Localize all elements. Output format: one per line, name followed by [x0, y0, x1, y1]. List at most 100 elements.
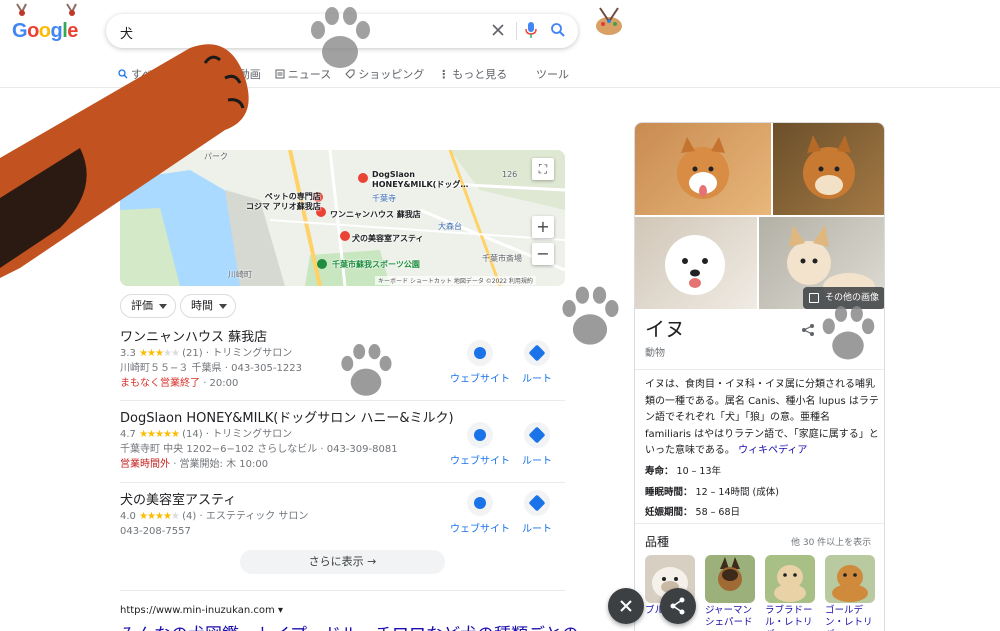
tab-images[interactable]: 画像 [177, 66, 212, 82]
status-text: まもなく営業終了 [120, 378, 200, 389]
kp-divider [635, 523, 884, 524]
video-icon [227, 70, 235, 78]
result-url[interactable]: https://www.min-inuzukan.com ▾ [120, 605, 283, 616]
tab-label: すべて [131, 68, 163, 81]
share-doodle-button[interactable] [660, 588, 696, 624]
zoom-in-button[interactable]: + [532, 216, 554, 238]
website-button[interactable]: ウェブサイト [450, 340, 510, 385]
hours-filter-chip[interactable]: 時間 [180, 294, 236, 318]
search-box[interactable]: 犬 [106, 14, 578, 48]
globe-icon [474, 347, 486, 359]
zoom-out-button[interactable]: − [532, 243, 554, 265]
tab-all[interactable]: すべて [118, 66, 163, 82]
result-title-link[interactable]: みんなの犬図鑑 - トイプードル、チワワなど犬の種類ごとの [120, 620, 579, 631]
breed-card[interactable]: ゴールデン・レトリバー [825, 555, 875, 631]
directions-icon [528, 494, 546, 512]
show-more-button[interactable]: さらに表示 → [240, 550, 445, 574]
breed-thumbnail [825, 555, 875, 603]
tab-label: もっと見る [452, 68, 508, 81]
breed-thumbnail [765, 555, 815, 603]
result-url-text: https://www.min-inuzukan.com [120, 605, 275, 616]
chevron-down-icon [159, 304, 167, 309]
share-icon[interactable] [801, 323, 815, 337]
search-icon[interactable] [550, 22, 566, 38]
header: Google 犬 すべて 画像 動画 ニュース ショッピング ⋮ もっと見る ツー… [0, 0, 1000, 88]
fact-label[interactable]: 妊娠期間： [645, 507, 693, 518]
caret-down-icon[interactable]: ▾ [278, 605, 283, 616]
share-icon [670, 597, 685, 615]
show-more-label: さらに表示 [308, 555, 364, 568]
close-icon [620, 600, 632, 612]
close-doodle-button[interactable] [608, 588, 644, 624]
directions-button[interactable]: ルート [522, 340, 552, 385]
tab-shopping[interactable]: ショッピング [345, 66, 424, 82]
action-label: ウェブサイト [450, 524, 510, 535]
search-tabs: すべて 画像 動画 ニュース ショッピング ⋮ もっと見る [118, 66, 507, 82]
more-images-label: その他の画像 [825, 293, 880, 303]
breed-name: ゴールデン・レトリバー [825, 605, 873, 631]
directions-button[interactable]: ルート [522, 490, 552, 535]
kp-fact-lifespan: 寿命： 10 – 13年 [645, 463, 721, 477]
breed-card[interactable]: ジャーマン シェパード [705, 555, 755, 629]
breed-card[interactable]: ラブラドール・レトリバー [765, 555, 815, 631]
google-logo[interactable]: Google [12, 20, 78, 43]
directions-button[interactable]: ルート [522, 422, 552, 467]
breeds-more-link[interactable]: 他 30 件以上を表示 [791, 535, 871, 548]
tab-videos[interactable]: 動画 [226, 66, 261, 82]
fact-value: 10 – 13年 [676, 466, 722, 477]
fact-label[interactable]: 寿命： [645, 466, 674, 477]
paintbrush-doodle-icon [66, 3, 77, 16]
map-label-omori: 大森台 [438, 222, 462, 231]
listing-category: エステティック サロン [205, 511, 309, 522]
breeds-title: 品種 [645, 535, 670, 549]
map-footer[interactable]: キーボード ショートカット 地図データ ©2022 利用規約 [375, 276, 536, 285]
microphone-icon[interactable] [524, 21, 538, 39]
chip-label: 時間 [191, 299, 213, 312]
tag-icon [345, 69, 355, 79]
close-icon[interactable] [490, 22, 506, 38]
star-rating-icon: ★★★★★ [139, 511, 180, 522]
tab-news[interactable]: ニュース [275, 66, 331, 82]
globe-icon [474, 497, 486, 509]
breed-name: ジャーマン シェパード [705, 605, 753, 628]
map-label-park: パーク [204, 152, 228, 161]
map-label-asuti[interactable]: 犬の美容室アスティ [352, 234, 424, 244]
kp-fact-gestation: 妊娠期間： 58 – 68日 [645, 504, 740, 518]
local-results-map[interactable]: パーク ペットの専門店 コジマ アリオ蘇我店 DogSlaon HONEY&MI… [120, 150, 565, 286]
wikipedia-link[interactable]: ウィキペディア [738, 445, 807, 456]
fact-label[interactable]: 睡眠時間： [645, 487, 693, 498]
more-images-button[interactable]: その他の画像 [803, 287, 884, 309]
dog-photo[interactable] [635, 123, 771, 215]
breed-name: ラブラドール・レトリバー [765, 605, 813, 631]
action-label: ルート [522, 524, 552, 535]
fullscreen-button[interactable]: ⛶ [532, 158, 554, 180]
map-label-chiba-dera: 千葉寺 [372, 194, 396, 203]
map-label-wan-nyan[interactable]: ワンニャンハウス 蘇我店 [330, 210, 421, 220]
website-button[interactable]: ウェブサイト [450, 490, 510, 535]
search-input[interactable]: 犬 [120, 23, 133, 42]
map-label-sports-park: 千葉市蘇我スポーツ公園 [332, 260, 420, 269]
rating-value: 4.0 [120, 511, 136, 522]
status-extra: · 20:00 [203, 378, 239, 389]
map-label-dogsalon[interactable]: DogSlaon HONEY&MILK(ドッグ… [372, 170, 468, 190]
kp-divider [635, 369, 884, 370]
tab-more[interactable]: ⋮ もっと見る [438, 66, 507, 82]
dog-photo[interactable] [635, 217, 757, 309]
tools-tab[interactable]: ツール [536, 66, 569, 82]
map-label-market: 千葉市斎場 [482, 254, 522, 263]
kp-fact-sleep: 睡眠時間： 12 – 14時間 (成体) [645, 484, 779, 498]
website-button[interactable]: ウェブサイト [450, 422, 510, 467]
tab-label: ニュース [287, 68, 332, 81]
action-label: ウェブサイト [450, 456, 510, 467]
chip-label: 評価 [131, 299, 153, 312]
more-vert-icon: ⋮ [438, 67, 450, 81]
rating-filter-chip[interactable]: 評価 [120, 294, 176, 318]
section-divider [120, 590, 565, 591]
action-label: ルート [522, 456, 552, 467]
kp-title: イヌ [645, 317, 685, 341]
status-text: 営業時間外 [120, 459, 170, 470]
dog-photo[interactable] [773, 123, 884, 215]
image-icon [177, 69, 187, 79]
map-label-pet-shop[interactable]: ペットの専門店 コジマ アリオ蘇我店 [246, 192, 321, 212]
tab-label: ショッピング [358, 68, 425, 81]
